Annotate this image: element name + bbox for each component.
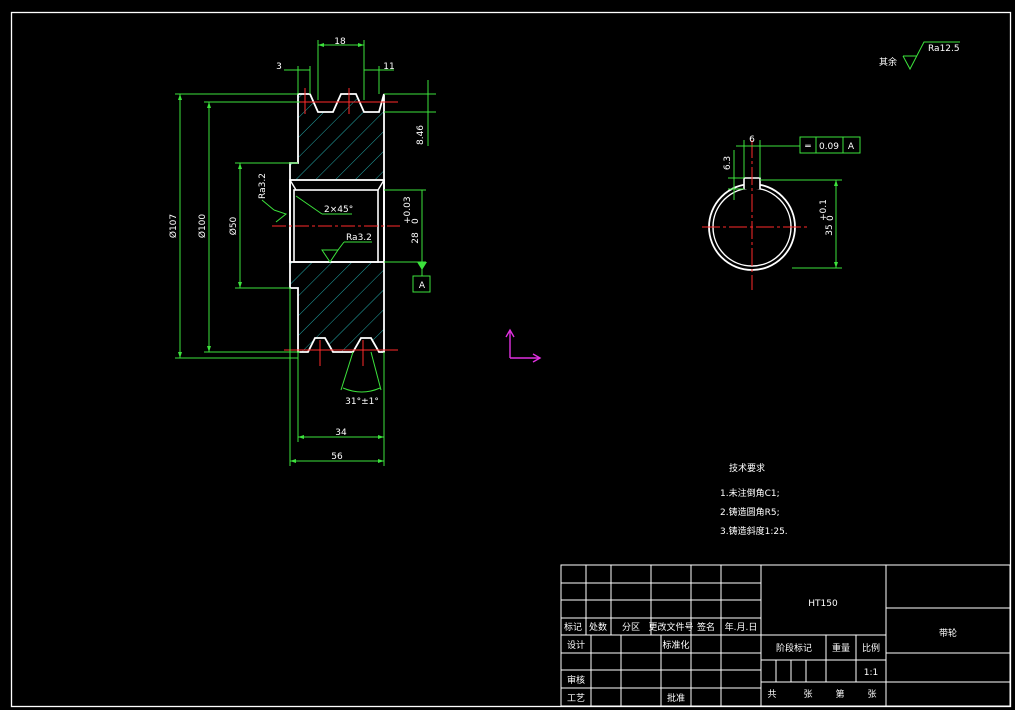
- dim-right-offset: 11: [383, 62, 394, 72]
- roughness-rest-value: Ra12.5: [928, 44, 960, 54]
- dim-rim-width: 34: [335, 428, 347, 438]
- part-name: 带轮: [939, 627, 957, 639]
- dim-chamfer: 2×45°: [324, 205, 353, 215]
- row-design: 设计: [567, 639, 585, 651]
- dim-bore-tol-lower: 0: [411, 218, 421, 224]
- dim-groove-depth: 8.46: [416, 125, 426, 145]
- tolerance-datum: A: [848, 142, 855, 152]
- stage-mark-label: 阶段标记: [776, 642, 812, 654]
- row-standardization: 标准化: [662, 639, 689, 651]
- dim-hub-diameter: Ø50: [228, 216, 239, 235]
- dim-groove-angle: 31°±1°: [345, 397, 379, 407]
- sheet-total-label: 共: [767, 689, 776, 700]
- cad-drawing: 18 3 11 8.46 Ø107 Ø100 Ø50 28 +0.03 0 2×…: [10, 11, 1012, 708]
- tech-item-1: 1.未注倒角C1;: [720, 487, 780, 499]
- dim-top-width: 18: [334, 37, 346, 47]
- header-mark: 标记: [564, 621, 582, 633]
- sheet-index-label: 第: [835, 688, 844, 700]
- header-signature: 签名: [697, 621, 715, 633]
- material-value: HT150: [808, 599, 838, 609]
- sheet-border: [10, 11, 1012, 708]
- tech-item-3: 3.铸造斜度1:25.: [720, 525, 788, 537]
- header-count: 处数: [589, 621, 607, 633]
- tech-requirements: 技术要求 1.未注倒角C1; 2.铸造圆角R5; 3.铸造斜度1:25.: [720, 462, 788, 537]
- dim-outer-diameter: Ø107: [168, 214, 179, 238]
- header-change-doc: 更改文件号: [648, 621, 693, 633]
- ucs-icon: [505, 328, 542, 363]
- row-process: 工艺: [567, 693, 585, 704]
- dim-key: 35: [825, 224, 835, 235]
- header-zone: 分区: [622, 622, 640, 633]
- dim-pitch-diameter: Ø100: [197, 214, 208, 239]
- dim-left-offset: 3: [276, 62, 282, 72]
- sheet-unit-1: 张: [803, 689, 812, 700]
- dim-total-width: 56: [331, 452, 343, 462]
- dim-keyway-depth: 6.3: [723, 156, 733, 170]
- roughness-bore: Ra3.2: [346, 233, 372, 243]
- roughness-rest: 其余 Ra12.5: [879, 41, 960, 71]
- tech-item-2: 2.铸造圆角R5;: [720, 506, 780, 518]
- tolerance-value: 0.09: [819, 142, 839, 152]
- scale-value: 1:1: [864, 668, 878, 678]
- roughness-rest-label: 其余: [879, 56, 897, 68]
- section-view: 18 3 11 8.46 Ø107 Ø100 Ø50 28 +0.03 0 2×…: [168, 37, 436, 466]
- row-review: 审核: [567, 674, 585, 686]
- dim-keyway-width: 6: [749, 135, 755, 145]
- row-approval: 批准: [667, 692, 685, 704]
- sheet-unit-2: 张: [867, 689, 876, 700]
- dim-key-tol-lower: 0: [826, 215, 836, 221]
- tolerance-symbol: ═: [804, 142, 811, 152]
- weight-label: 重量: [832, 642, 850, 654]
- dim-bore-diameter: 28: [411, 232, 421, 244]
- roughness-bore-left: Ra3.2: [258, 173, 268, 199]
- scale-label: 比例: [862, 642, 880, 654]
- end-view: 6 6.3 35 +0.1 0 ═ 0.09 A: [702, 135, 861, 290]
- title-block: HT150 带轮 标记 处数 分区 更改文件号 签名 年.月.日 设计 审核 工…: [560, 564, 1011, 707]
- header-date: 年.月.日: [725, 621, 758, 633]
- datum-label: A: [419, 281, 426, 291]
- tech-title: 技术要求: [729, 462, 765, 474]
